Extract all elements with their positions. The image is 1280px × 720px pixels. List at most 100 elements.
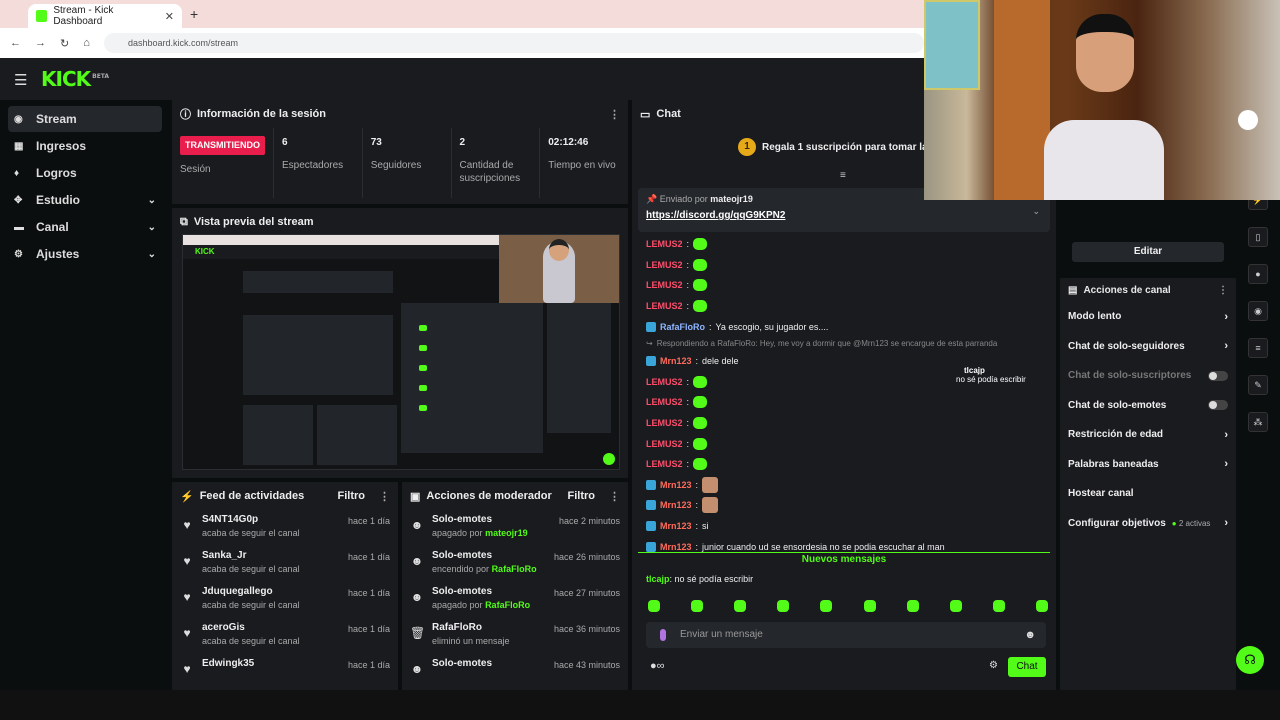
reload-icon[interactable]: ↻ [60, 37, 69, 50]
document-icon[interactable]: ▯ [1248, 227, 1268, 247]
emote-icon [693, 279, 708, 292]
action-emotes-only[interactable]: Chat de solo-emotes [1060, 391, 1236, 421]
chat-message: Mrn123: si [646, 516, 1046, 537]
infinity-icon[interactable]: ●∞ [650, 660, 665, 672]
mic-icon[interactable] [660, 629, 666, 641]
chat-message: Mrn123: [646, 495, 1046, 516]
action-subscribers-only[interactable]: Chat de solo-suscriptores [1060, 361, 1236, 391]
heart-icon: ♥ [183, 590, 191, 604]
coin-icon: 1 [738, 138, 756, 156]
new-messages-divider[interactable]: Nuevos mensajes [638, 552, 1050, 568]
emote-icon [693, 458, 708, 471]
emote-icon[interactable] [906, 600, 919, 612]
stat-uptime: 02:12:46 Tiempo en vivo [548, 137, 616, 171]
chat-message: LEMUS2: [646, 255, 1046, 276]
heart-icon: ♥ [183, 626, 191, 640]
gear-icon: ⚙ [14, 248, 23, 260]
new-tab-icon[interactable]: + [190, 6, 198, 22]
chevron-down-icon[interactable]: ⌄ [1032, 206, 1040, 217]
support-icon[interactable]: ☊ [1236, 646, 1264, 674]
preview-icon: ⧉ [180, 215, 188, 228]
sidebar-item-ingresos[interactable]: ▦ Ingresos [8, 133, 162, 159]
chevron-right-icon: › [1224, 310, 1228, 323]
emote-icon[interactable] [648, 600, 660, 612]
chat-bubble-icon[interactable]: ● [1248, 264, 1268, 284]
stream-preview-video[interactable]: KICK [182, 234, 620, 470]
emote-icon [693, 375, 708, 388]
emote-icon[interactable] [820, 600, 833, 612]
sidebar-item-canal[interactable]: ▬ Canal ⌄ [8, 214, 162, 240]
heart-icon: ♥ [183, 662, 191, 676]
toggle-switch[interactable] [1208, 370, 1228, 381]
sidebar: ◉ Stream ▦ Ingresos ♦ Logros ✥ Estudio ⌄ ▬ Can… [0, 100, 170, 690]
channel-icon: ▬ [14, 221, 24, 233]
sidebar-item-logros[interactable]: ♦ Logros [8, 160, 162, 186]
pinned-link[interactable]: https://discord.gg/qqG9KPN2 [646, 210, 1042, 221]
kick-logo[interactable]: KICK BETA [41, 67, 109, 91]
emote-icon[interactable] [734, 600, 747, 612]
sidebar-item-ajustes[interactable]: ⚙ Ajustes ⌄ [8, 241, 162, 267]
filter-button[interactable]: Filtro [568, 490, 596, 502]
action-slow-mode[interactable]: Modo lento › [1060, 302, 1236, 332]
bolt-icon: ⚡ [180, 490, 194, 503]
kick-favicon-icon [36, 10, 48, 22]
emoji-picker-icon[interactable]: ☻ [1024, 622, 1036, 648]
emote-icon [693, 238, 708, 251]
activity-feed-panel: ⚡ Feed de actividades Filtro ⋮ ♥ S4NT14G0p ac… [172, 482, 398, 690]
emote-icon[interactable] [863, 600, 876, 612]
chat-message: LEMUS2: [646, 275, 1046, 296]
more-icon[interactable]: ⋮ [1218, 285, 1228, 296]
home-icon[interactable]: ⌂ [83, 37, 90, 49]
gift-sub-banner[interactable]: 1 Regala 1 suscripción para tomar la pos [738, 138, 948, 156]
edit-button[interactable]: Editar [1072, 242, 1224, 262]
emote-icon: ☻ [410, 662, 424, 676]
more-icon[interactable]: ⋮ [609, 108, 620, 121]
filter-button[interactable]: Filtro [338, 490, 366, 502]
emote-icon[interactable] [777, 600, 790, 612]
wrench-icon[interactable]: ✎ [1248, 375, 1268, 395]
more-icon[interactable]: ⋮ [609, 490, 620, 503]
more-icon[interactable]: ⋮ [379, 490, 390, 503]
mod-badge-icon [646, 356, 656, 367]
list-item: ♥ Jduquegallego acaba de seguir el canal ha… [172, 582, 398, 618]
panel-title: Acciones de moderador [426, 490, 552, 502]
menu-icon[interactable]: ☰ [14, 71, 27, 89]
toggle-switch[interactable] [1208, 400, 1228, 411]
emote-icon[interactable] [691, 600, 704, 612]
quick-toolbar: ⚡ ▯ ● ◉ ≡ ✎ ⁂ [1244, 190, 1274, 490]
close-tab-icon[interactable]: ✕ [165, 10, 174, 23]
action-goals[interactable]: Configurar objetivos2 activas› [1060, 509, 1236, 539]
chat-icon: ▭ [640, 108, 651, 121]
forward-icon[interactable]: → [35, 37, 46, 49]
list-icon[interactable]: ≡ [1248, 338, 1268, 358]
collapse-icon[interactable]: ≡ [840, 170, 846, 181]
sidebar-item-stream[interactable]: ◉ Stream [8, 106, 162, 132]
action-followers-only[interactable]: Chat de solo-seguidores › [1060, 332, 1236, 362]
chat-tooltip: tlcajp no sé podía escribir [956, 366, 1026, 384]
back-icon[interactable]: ← [10, 37, 21, 49]
list-item: ☻ Solo-emotes apagado por mateojr19 hace 2 … [410, 514, 620, 538]
emote-icon[interactable] [992, 600, 1005, 612]
emote-icon[interactable] [949, 600, 962, 612]
list-item: ♥ Sanka_Jr acaba de seguir el canal hace 1 … [172, 546, 398, 582]
chat-input[interactable]: Enviar un mensaje ☻ [646, 622, 1046, 648]
play-icon[interactable] [603, 453, 615, 465]
emote-icon: ☻ [410, 590, 424, 604]
mod-badge-icon [646, 500, 656, 511]
send-chat-button[interactable]: Chat [1008, 657, 1046, 677]
action-age-restriction[interactable]: Restricción de edad › [1060, 420, 1236, 450]
info-icon: ⓘ [180, 109, 191, 121]
action-host-channel[interactable]: Hostear canal [1060, 479, 1236, 509]
gear-icon[interactable]: ⚙ [989, 660, 998, 671]
live-badge: TRANSMITIENDO [180, 136, 265, 155]
sidebar-item-estudio[interactable]: ✥ Estudio ⌄ [8, 187, 162, 213]
emote-icon[interactable] [1035, 600, 1048, 612]
nodes-icon[interactable]: ⁂ [1248, 412, 1268, 432]
url-field[interactable]: dashboard.kick.com/stream [104, 33, 924, 53]
panel-title: Información de la sesión [197, 108, 326, 120]
chat-message: RafaFloRo: Ya escogio, su jugador es.... [646, 316, 1046, 337]
browser-tab[interactable]: Stream - Kick Dashboard ✕ [28, 4, 182, 28]
action-banned-words[interactable]: Palabras baneadas › [1060, 450, 1236, 480]
trophy-icon: ♦ [14, 167, 20, 179]
broadcast-icon[interactable]: ◉ [1248, 301, 1268, 321]
